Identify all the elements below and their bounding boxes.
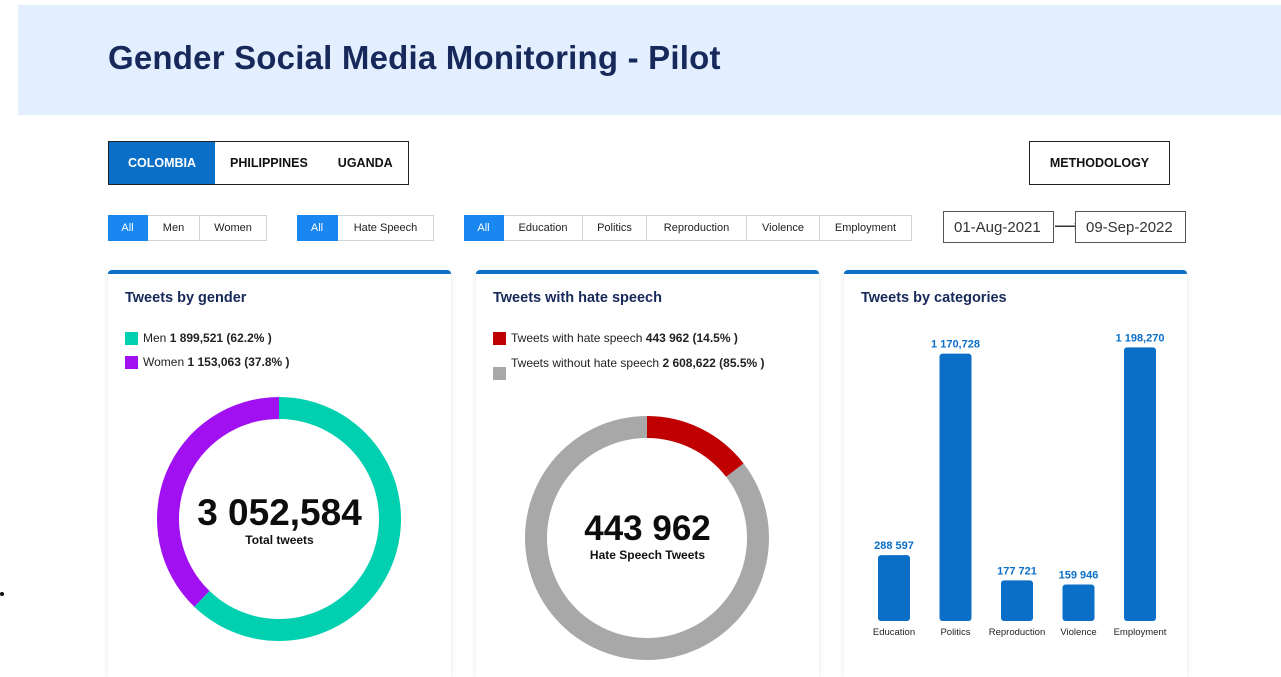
legend-swatch-without-hate bbox=[493, 367, 506, 380]
page-title: Gender Social Media Monitoring - Pilot bbox=[108, 39, 721, 76]
gender-filter: All Men Women bbox=[108, 215, 267, 241]
legend-with-hate: Tweets with hate speech 443 962 (14.5% ) bbox=[493, 331, 738, 345]
legend-women: Women 1 153,063 (37.8% ) bbox=[125, 355, 290, 369]
tab-philippines[interactable]: PHILIPPINES bbox=[215, 142, 323, 184]
legend-value-without-hate: 2 608,622 (85.5% ) bbox=[662, 356, 765, 370]
speech-filter: All Hate Speech bbox=[297, 215, 434, 241]
categories-bar-chart: 288 597 Education 1 170,728 Politics 177 721… bbox=[873, 332, 1167, 638]
categories-card-title: Tweets by categories bbox=[861, 290, 1007, 306]
bar-value-label-violence: 159 946 bbox=[1059, 569, 1099, 581]
bar-politics[interactable] bbox=[939, 353, 972, 621]
hate-speech-total-value: 443 962 bbox=[584, 509, 711, 548]
slice-tweets-with-hate-speech[interactable] bbox=[647, 416, 744, 477]
gender-card: Tweets by gender Men 1 899,521 (62.2% ) … bbox=[108, 270, 451, 677]
legend-value-women: 1 153,063 (37.8% ) bbox=[187, 355, 290, 369]
bar-value-label-education: 288 597 bbox=[874, 540, 914, 552]
tab-colombia[interactable]: COLOMBIA bbox=[109, 142, 215, 184]
start-date-input[interactable]: 01-Aug-2021 bbox=[943, 211, 1054, 243]
legend-swatch-men bbox=[125, 332, 138, 345]
page-header: Gender Social Media Monitoring - Pilot bbox=[18, 5, 1281, 115]
bar-value-label-employment: 1 198,270 bbox=[1116, 332, 1165, 344]
methodology-button[interactable]: METHODOLOGY bbox=[1029, 141, 1170, 185]
category-filter-employment[interactable]: Employment bbox=[820, 215, 912, 241]
gender-filter-women[interactable]: Women bbox=[200, 215, 267, 241]
bar-violence[interactable] bbox=[1062, 584, 1095, 621]
x-tick-label-employment: Employment bbox=[1114, 627, 1167, 638]
x-tick-label-reproduction: Reproduction bbox=[989, 627, 1046, 638]
x-tick-label-politics: Politics bbox=[940, 627, 970, 638]
category-filter-violence[interactable]: Violence bbox=[747, 215, 820, 241]
total-tweets-value: 3 052,584 bbox=[197, 492, 362, 533]
bar-value-label-politics: 1 170,728 bbox=[931, 339, 980, 351]
gender-filter-all[interactable]: All bbox=[108, 215, 148, 241]
legend-swatch-with-hate bbox=[493, 332, 506, 345]
category-filter-all[interactable]: All bbox=[464, 215, 504, 241]
bar-employment[interactable] bbox=[1124, 347, 1156, 621]
x-tick-label-education: Education bbox=[873, 627, 915, 638]
legend-label-without-hate: Tweets without hate speech bbox=[511, 356, 660, 370]
legend-swatch-women bbox=[125, 356, 138, 369]
bar-reproduction[interactable] bbox=[1001, 580, 1033, 621]
bar-education[interactable] bbox=[878, 555, 910, 621]
category-filter-education[interactable]: Education bbox=[504, 215, 583, 241]
gender-total: 3 052,584 Total tweets bbox=[168, 492, 391, 548]
hate-speech-card-title: Tweets with hate speech bbox=[493, 290, 662, 306]
legend-men: Men 1 899,521 (62.2% ) bbox=[125, 331, 272, 345]
gender-filter-men[interactable]: Men bbox=[148, 215, 200, 241]
hate-speech-total: 443 962 Hate Speech Tweets bbox=[536, 509, 759, 563]
legend-without-hate: Tweets without hate speech 2 608,622 (85… bbox=[493, 355, 793, 380]
total-tweets-label: Total tweets bbox=[245, 533, 314, 547]
tab-uganda[interactable]: UGANDA bbox=[323, 142, 408, 184]
bar-value-label-reproduction: 177 721 bbox=[997, 565, 1037, 577]
x-tick-label-violence: Violence bbox=[1060, 627, 1096, 638]
end-date-input[interactable]: 09-Sep-2022 bbox=[1075, 211, 1186, 243]
category-filter-politics[interactable]: Politics bbox=[583, 215, 647, 241]
hate-speech-card: Tweets with hate speech Tweets with hate… bbox=[476, 270, 819, 677]
category-filter: All Education Politics Reproduction Viol… bbox=[464, 215, 912, 241]
legend-value-with-hate: 443 962 (14.5% ) bbox=[645, 331, 738, 345]
legend-label-men: Men bbox=[143, 331, 167, 345]
speech-filter-hate-speech[interactable]: Hate Speech bbox=[338, 215, 434, 241]
speech-filter-all[interactable]: All bbox=[297, 215, 338, 241]
country-tabs: COLOMBIA PHILIPPINES UGANDA bbox=[108, 141, 409, 185]
category-filter-reproduction[interactable]: Reproduction bbox=[647, 215, 747, 241]
categories-card: Tweets by categories 288 597 Education 1 1… bbox=[844, 270, 1187, 677]
legend-label-women: Women bbox=[143, 355, 185, 369]
hate-speech-total-label: Hate Speech Tweets bbox=[589, 548, 706, 562]
gender-card-title: Tweets by gender bbox=[125, 290, 247, 306]
legend-value-men: 1 899,521 (62.2% ) bbox=[169, 331, 272, 345]
stray-dot bbox=[0, 592, 4, 596]
legend-label-with-hate: Tweets with hate speech bbox=[511, 331, 643, 345]
